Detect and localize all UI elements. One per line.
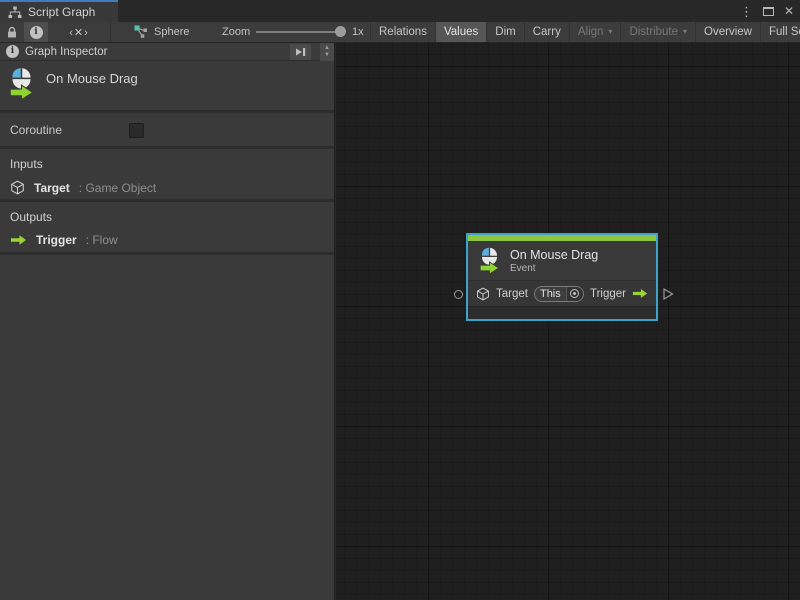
- graph-owner-button[interactable]: Sphere: [134, 22, 189, 42]
- button-label: Values: [444, 26, 478, 38]
- zoom-label-wrap: Zoom: [222, 22, 250, 42]
- coroutine-row: Coroutine: [0, 113, 334, 149]
- input-name: Target: [34, 181, 70, 195]
- sphere-label: Sphere: [154, 26, 189, 38]
- graph-inspector-header: i Graph Inspector ▲ ▼: [0, 43, 334, 61]
- input-type: : Game Object: [79, 181, 156, 195]
- values-button[interactable]: Values: [435, 22, 486, 42]
- on-mouse-drag-icon: [478, 247, 501, 275]
- zoom-label: Zoom: [222, 26, 250, 38]
- trigger-port-group: Trigger: [590, 288, 648, 300]
- output-name: Trigger: [36, 233, 77, 247]
- node-input-port[interactable]: [454, 290, 463, 299]
- overview-button[interactable]: Overview: [695, 22, 760, 42]
- trigger-port-label: Trigger: [590, 288, 626, 300]
- node-header: On Mouse Drag Event: [468, 241, 656, 280]
- button-label: Dim: [495, 26, 515, 38]
- zoom-slider-handle[interactable]: [335, 26, 346, 37]
- flow-arrow-icon: [10, 234, 27, 246]
- toolbar-buttons: Relations Values Dim Carry Align ▾ Distr…: [370, 22, 800, 42]
- tab-script-graph[interactable]: Script Graph: [0, 0, 118, 22]
- graph-inspector-title: Graph Inspector: [25, 46, 284, 58]
- object-picker-icon: [570, 289, 579, 298]
- window-controls: ⋮ ✕: [740, 0, 794, 22]
- node-subtitle: Event: [510, 263, 598, 274]
- info-icon: i: [30, 26, 43, 39]
- target-value-field[interactable]: This: [534, 286, 584, 302]
- flow-arrow-icon: [632, 288, 648, 299]
- tab-title: Script Graph: [28, 5, 95, 19]
- inputs-section: Inputs Target : Game Object: [0, 149, 334, 202]
- script-graph-window: Script Graph ⋮ ✕ i ‹✕›: [0, 0, 800, 600]
- arrow-down-icon: ▼: [324, 52, 330, 58]
- toolbar: i ‹✕› Sphere Zoom 1x Relations V: [0, 22, 800, 43]
- target-port-label: Target: [496, 288, 528, 300]
- dim-button[interactable]: Dim: [486, 22, 523, 42]
- carry-button[interactable]: Carry: [524, 22, 569, 42]
- lock-button[interactable]: [0, 22, 23, 42]
- target-port-group: Target This: [476, 286, 584, 302]
- distribute-button[interactable]: Distribute ▾: [620, 22, 695, 42]
- toolbar-separator: [110, 22, 111, 42]
- node-output-port[interactable]: [662, 287, 674, 301]
- button-label: Distribute: [629, 26, 678, 38]
- unit-title: On Mouse Drag: [46, 71, 138, 110]
- tab-bar: Script Graph ⋮ ✕: [0, 0, 800, 22]
- zoom-slider-track[interactable]: [256, 31, 342, 33]
- on-mouse-drag-node[interactable]: On Mouse Drag Event Target This: [466, 233, 658, 321]
- chevron-down-icon: ▾: [683, 28, 687, 36]
- zoom-slider[interactable]: [256, 22, 346, 42]
- zoom-value-wrap: 1x: [352, 22, 364, 42]
- graph-hierarchy-icon: [8, 6, 22, 19]
- close-icon[interactable]: ✕: [784, 5, 794, 17]
- game-object-cube-icon: [476, 287, 490, 301]
- align-button[interactable]: Align ▾: [569, 22, 621, 42]
- edit-code-button[interactable]: ‹✕›: [48, 22, 110, 42]
- state-graph-icon: [134, 25, 148, 39]
- arrow-up-icon: ▲: [324, 45, 330, 51]
- full-screen-button[interactable]: Full Screen: [760, 22, 800, 42]
- coroutine-checkbox[interactable]: [129, 123, 144, 138]
- button-label: Align: [578, 26, 604, 38]
- maximize-icon[interactable]: [763, 7, 774, 16]
- button-label: Overview: [704, 26, 752, 38]
- node-ports-row: Target This Trigger: [468, 280, 656, 306]
- lock-icon: [6, 26, 18, 39]
- unit-header-section: On Mouse Drag: [0, 61, 334, 113]
- code-icon: ‹✕›: [69, 26, 89, 39]
- button-label: Full Screen: [769, 26, 800, 38]
- output-row-trigger: Trigger : Flow: [10, 233, 324, 247]
- relations-button[interactable]: Relations: [370, 22, 435, 42]
- info-icon: i: [6, 45, 19, 58]
- button-label: Carry: [533, 26, 561, 38]
- node-title: On Mouse Drag: [510, 248, 598, 262]
- input-row-target: Target : Game Object: [10, 180, 324, 195]
- target-value: This: [535, 288, 566, 300]
- inspector-toggle-button[interactable]: i: [24, 22, 48, 42]
- zoom-value: 1x: [352, 26, 364, 38]
- outputs-section: Outputs Trigger : Flow: [0, 202, 334, 255]
- graph-canvas[interactable]: On Mouse Drag Event Target This: [336, 43, 800, 600]
- game-object-cube-icon: [10, 180, 25, 195]
- on-mouse-drag-icon: [8, 67, 35, 101]
- graph-inspector-panel: i Graph Inspector ▲ ▼ On Mouse Dra: [0, 43, 335, 600]
- node-footer: [468, 306, 656, 319]
- dock-panel-button[interactable]: [290, 44, 311, 60]
- window-menu-icon[interactable]: ⋮: [740, 5, 753, 18]
- output-type: : Flow: [86, 233, 118, 247]
- dock-icon: [294, 45, 307, 59]
- coroutine-label: Coroutine: [10, 123, 62, 137]
- button-label: Relations: [379, 26, 427, 38]
- chevron-down-icon: ▾: [608, 28, 612, 36]
- object-picker-button[interactable]: [566, 287, 583, 301]
- inputs-header: Inputs: [10, 157, 324, 171]
- panel-stepper-control[interactable]: ▲ ▼: [320, 43, 334, 61]
- outputs-header: Outputs: [10, 210, 324, 224]
- node-titles: On Mouse Drag Event: [510, 248, 598, 274]
